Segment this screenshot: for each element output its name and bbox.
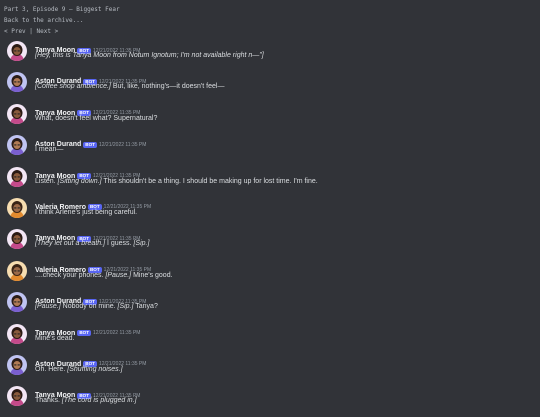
- message-content: [Hey, this is Tanya Moon from Notum Igno…: [35, 52, 264, 59]
- dialogue-text: But, like, nothing's—it doesn't feel—: [110, 83, 225, 91]
- message-header: Aston Durand BOT 12/21/2022 11:35 PM: [35, 291, 146, 305]
- dialogue-text: Mine's dead.: [35, 334, 75, 342]
- pagination-nav: < Prev | Next >: [4, 26, 536, 37]
- message-item: Valeria Romero BOT 12/21/2022 11:35 PM I th…: [0, 197, 540, 228]
- nav-separator: |: [25, 28, 37, 35]
- dialogue-text: What, doesn't feel what? Supernatural?: [35, 114, 158, 122]
- message-content: Thanks. [The cord is plugged in.]: [35, 397, 137, 404]
- message-header: Tanya Moon BOT 12/21/2022 11:35 PM: [35, 228, 140, 242]
- message-content: ....check your phones. [Pause.] Mine's g…: [35, 272, 173, 279]
- stage-direction: [They let out a breath.]: [35, 240, 106, 248]
- dialogue-text: ....check your phones.: [35, 271, 106, 279]
- message-list: Tanya Moon BOT 12/21/2022 11:35 PM [Hey, th…: [0, 40, 540, 417]
- message-content: [Pause.] Nobody on mine. [Sip.] Tanya?: [35, 303, 158, 310]
- dialogue-text: Mine's good.: [131, 271, 173, 279]
- avatar[interactable]: [7, 229, 27, 250]
- dialogue-text: Nobody on mine.: [60, 303, 118, 311]
- message-header: Tanya Moon BOT 12/21/2022 11:35 PM: [35, 166, 140, 180]
- dialogue-text: Tanya?: [133, 303, 158, 311]
- avatar[interactable]: [7, 166, 27, 187]
- message-content: Listen. [Sitting down.] This shouldn't b…: [35, 178, 318, 185]
- next-link[interactable]: Next >: [37, 28, 59, 35]
- stage-direction: [Hey, this is Tanya Moon from Notum Igno…: [35, 52, 264, 59]
- stage-direction: [Sip.]: [117, 303, 134, 311]
- message-item: Aston Durand BOT 12/21/2022 11:35 PM [Pause…: [0, 291, 540, 322]
- message-item: Tanya Moon BOT 12/21/2022 11:35 PM [Hey, th…: [0, 40, 540, 71]
- message-header: Valeria Romero BOT 12/21/2022 11:35 PM: [35, 260, 151, 274]
- dialogue-text: I mean—: [35, 146, 64, 154]
- message-content: I think Arlene's just being careful.: [35, 209, 137, 216]
- dialogue-text: Thanks.: [35, 397, 62, 405]
- message-content: Oh. Here. [Shuffling noises.]: [35, 366, 123, 373]
- message-content: I mean—: [35, 146, 63, 153]
- avatar[interactable]: [7, 103, 27, 124]
- back-to-archive-link[interactable]: Back to the archive...: [4, 15, 536, 26]
- avatar[interactable]: [7, 197, 27, 218]
- stage-direction: [Pause.]: [35, 303, 61, 311]
- message-content: Mine's dead.: [35, 335, 74, 342]
- message-item: Tanya Moon BOT 12/21/2022 11:35 PM Listen. …: [0, 166, 540, 197]
- stage-direction: [Pause.]: [105, 271, 132, 279]
- message-header: Tanya Moon BOT 12/21/2022 11:35 PM: [35, 103, 140, 117]
- avatar[interactable]: [7, 292, 27, 313]
- message-item: Aston Durand BOT 12/21/2022 11:35 PM Oh. He…: [0, 354, 540, 385]
- stage-direction: [Sitting down.]: [57, 177, 102, 185]
- message-header: Valeria Romero BOT 12/21/2022 11:35 PM: [35, 197, 151, 211]
- dialogue-text: This shouldn't be a thing. I should be m…: [101, 177, 318, 185]
- episode-title: Part 3, Episode 9 — Biggest Fear: [4, 6, 120, 13]
- message-header: Tanya Moon BOT 12/21/2022 11:35 PM: [35, 40, 140, 54]
- avatar[interactable]: [7, 41, 27, 61]
- message-item: Tanya Moon BOT 12/21/2022 11:35 PM What, do…: [0, 103, 540, 134]
- message-item: Tanya Moon BOT 12/21/2022 11:35 PM Thanks. …: [0, 385, 540, 416]
- message-content: [Coffee shop ambience.] But, like, nothi…: [35, 83, 224, 90]
- avatar[interactable]: [7, 72, 27, 93]
- bot-badge: BOT: [83, 141, 97, 148]
- timestamp[interactable]: 12/21/2022 11:35 PM: [99, 142, 146, 148]
- stage-direction: [Shuffling noises.]: [67, 365, 123, 373]
- message-header: Aston Durand BOT 12/21/2022 11:35 PM: [35, 71, 146, 85]
- message-item: Aston Durand BOT 12/21/2022 11:35 PM [Coffe…: [0, 71, 540, 102]
- message-header: Aston Durand BOT 12/21/2022 11:35 PM: [35, 354, 146, 368]
- dialogue-text: Listen.: [35, 177, 58, 185]
- dialogue-text: Oh. Here.: [35, 365, 68, 373]
- message-header: Tanya Moon BOT 12/21/2022 11:35 PM: [35, 323, 140, 337]
- avatar[interactable]: [7, 386, 27, 407]
- dialogue-text: I think Arlene's just being careful.: [35, 208, 138, 216]
- message-content: What, doesn't feel what? Supernatural?: [35, 115, 157, 122]
- archive-header: Part 3, Episode 9 — Biggest Fear Back to…: [0, 0, 540, 37]
- dialogue-text: I guess.: [105, 240, 134, 248]
- message-item: Valeria Romero BOT 12/21/2022 11:35 PM....…: [0, 260, 540, 291]
- stage-direction: [Coffee shop ambience.]: [35, 83, 111, 91]
- bot-badge: BOT: [77, 330, 92, 337]
- avatar[interactable]: [7, 354, 27, 375]
- message-header: Aston Durand BOT 12/21/2022 11:35 PM: [35, 134, 146, 148]
- message-item: Tanya Moon BOT 12/21/2022 11:35 PM [They le…: [0, 228, 540, 259]
- prev-link[interactable]: < Prev: [4, 28, 26, 35]
- timestamp[interactable]: 12/21/2022 11:35 PM: [93, 330, 140, 336]
- avatar[interactable]: [7, 135, 27, 156]
- message-header: Tanya Moon BOT 12/21/2022 11:35 PM: [35, 385, 140, 399]
- stage-direction: [Sip.]: [133, 240, 150, 248]
- message-item: Tanya Moon BOT 12/21/2022 11:35 PM Mine's d…: [0, 323, 540, 354]
- avatar[interactable]: [7, 260, 27, 281]
- message-content: [They let out a breath.] I guess. [Sip.]: [35, 240, 149, 247]
- message-item: Aston Durand BOT 12/21/2022 11:35 PM I mean…: [0, 134, 540, 165]
- stage-direction: [The cord is plugged in.]: [61, 397, 137, 405]
- avatar[interactable]: [7, 323, 27, 344]
